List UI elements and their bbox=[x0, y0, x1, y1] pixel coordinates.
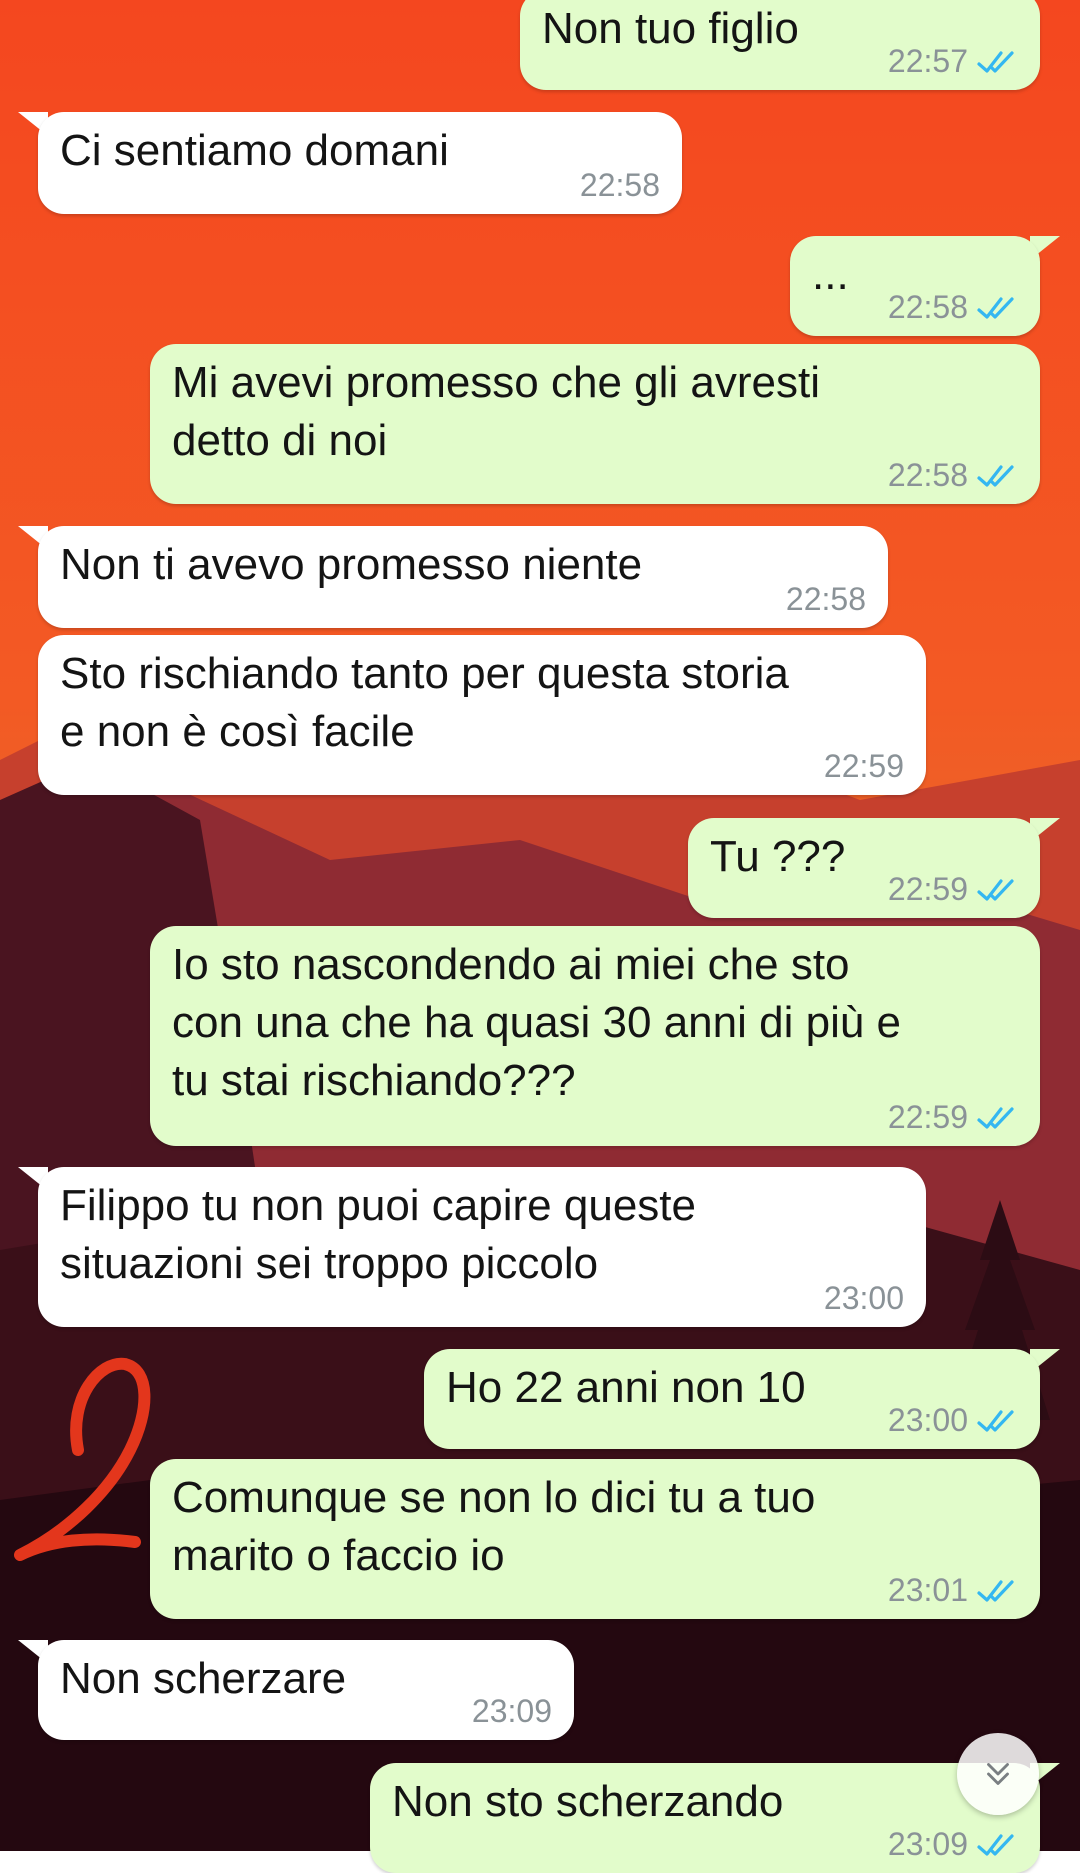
message-text: Sto rischiando tanto per questa storia e … bbox=[60, 645, 789, 761]
message-line: Comunque se non lo dici tu a tuo bbox=[172, 1473, 816, 1522]
message-meta: 22:59 bbox=[888, 1099, 1018, 1136]
message-line: e non è così facile bbox=[60, 707, 415, 756]
message-meta: 22:59 bbox=[888, 871, 1018, 908]
message-line: Mi avevi promesso che gli avresti bbox=[172, 358, 821, 407]
message-timestamp: 23:09 bbox=[471, 1693, 552, 1729]
outgoing-message-bubble[interactable]: Io sto nascondendo ai miei che sto con un… bbox=[150, 926, 1040, 1146]
message-timestamp: 22:59 bbox=[887, 871, 968, 907]
message-text: Comunque se non lo dici tu a tuo marito o… bbox=[172, 1469, 815, 1585]
message-text: Non tuo figlio bbox=[542, 4, 799, 53]
message-text: Ho 22 anni non 10 bbox=[446, 1363, 806, 1412]
message-line: Sto rischiando tanto per questa storia bbox=[60, 649, 789, 698]
outgoing-message-bubble[interactable]: Non sto scherzando 23:09 bbox=[370, 1763, 1040, 1873]
incoming-message-bubble[interactable]: Non ti avevo promesso niente 22:58 bbox=[38, 526, 888, 628]
message-line: detto di noi bbox=[172, 416, 388, 465]
message-text: Tu ??? bbox=[710, 832, 846, 881]
message-meta: 22:58 bbox=[580, 167, 660, 204]
message-line: con una che ha quasi 30 anni di più e bbox=[172, 998, 902, 1047]
message-meta: 23:09 bbox=[472, 1693, 552, 1730]
read-receipt-double-check-icon bbox=[977, 50, 1014, 73]
message-text: Non ti avevo promesso niente bbox=[60, 540, 643, 589]
message-text: Io sto nascondendo ai miei che sto con un… bbox=[172, 936, 901, 1110]
message-text: Mi avevi promesso che gli avresti detto d… bbox=[172, 354, 820, 470]
outgoing-message-bubble[interactable]: Tu ??? 22:59 bbox=[688, 818, 1040, 918]
read-receipt-double-check-icon bbox=[977, 1409, 1014, 1432]
message-text: Non scherzare bbox=[60, 1654, 347, 1703]
scroll-to-bottom-button[interactable] bbox=[957, 1733, 1039, 1815]
message-timestamp: 23:09 bbox=[887, 1826, 968, 1862]
message-timestamp: 22:58 bbox=[785, 581, 866, 617]
double-chevron-down-icon bbox=[987, 1763, 1009, 1785]
message-meta: 23:01 bbox=[888, 1572, 1018, 1609]
outgoing-message-bubble[interactable]: Comunque se non lo dici tu a tuo marito o… bbox=[150, 1459, 1040, 1619]
message-timestamp: 22:58 bbox=[579, 167, 660, 203]
read-receipt-double-check-icon bbox=[977, 1833, 1014, 1856]
outgoing-message-bubble[interactable]: Non tuo figlio 22:57 bbox=[520, 0, 1040, 90]
read-receipt-double-check-icon bbox=[977, 296, 1014, 319]
message-line: tu stai rischiando??? bbox=[172, 1056, 576, 1105]
message-text: Non sto scherzando bbox=[392, 1777, 784, 1826]
incoming-message-bubble[interactable]: Filippo tu non puoi capire queste situazi… bbox=[38, 1167, 926, 1327]
message-timestamp: 22:58 bbox=[887, 457, 968, 493]
read-receipt-double-check-icon bbox=[977, 464, 1014, 487]
message-timestamp: 22:59 bbox=[887, 1099, 968, 1135]
message-meta: 22:58 bbox=[888, 457, 1018, 494]
message-timestamp: 22:57 bbox=[887, 43, 968, 79]
handwritten-2-annotation-icon bbox=[0, 1340, 170, 1580]
message-meta: 22:58 bbox=[786, 581, 866, 618]
incoming-message-bubble[interactable]: Non scherzare 23:09 bbox=[38, 1640, 574, 1740]
message-meta: 23:00 bbox=[824, 1280, 904, 1317]
incoming-message-bubble[interactable]: Ci sentiamo domani 22:58 bbox=[38, 112, 682, 214]
message-timestamp: 23:00 bbox=[823, 1280, 904, 1316]
message-line: Io sto nascondendo ai miei che sto bbox=[172, 940, 850, 989]
read-receipt-double-check-icon bbox=[977, 878, 1014, 901]
read-receipt-double-check-icon bbox=[977, 1106, 1014, 1129]
read-receipt-double-check-icon bbox=[977, 1579, 1014, 1602]
message-line: marito o faccio io bbox=[172, 1531, 505, 1580]
message-line: Filippo tu non puoi capire queste bbox=[60, 1181, 696, 1230]
message-meta: 22:59 bbox=[824, 748, 904, 785]
message-timestamp: 23:01 bbox=[887, 1572, 968, 1608]
message-timestamp: 23:00 bbox=[887, 1402, 968, 1438]
message-line: situazioni sei troppo piccolo bbox=[60, 1239, 599, 1288]
message-meta: 23:09 bbox=[888, 1826, 1018, 1863]
message-text: ... bbox=[812, 250, 849, 299]
outgoing-message-bubble[interactable]: Ho 22 anni non 10 23:00 bbox=[424, 1349, 1040, 1449]
message-timestamp: 22:59 bbox=[823, 748, 904, 784]
incoming-message-bubble[interactable]: Sto rischiando tanto per questa storia e … bbox=[38, 635, 926, 795]
message-text: Filippo tu non puoi capire queste situazi… bbox=[60, 1177, 696, 1293]
message-meta: 23:00 bbox=[888, 1402, 1018, 1439]
message-text: Ci sentiamo domani bbox=[60, 126, 449, 175]
message-meta: 22:58 bbox=[888, 289, 1018, 326]
outgoing-message-bubble[interactable]: Mi avevi promesso che gli avresti detto d… bbox=[150, 344, 1040, 504]
message-timestamp: 22:58 bbox=[887, 289, 968, 325]
outgoing-message-bubble[interactable]: ... 22:58 bbox=[790, 236, 1040, 336]
message-meta: 22:57 bbox=[888, 43, 1018, 80]
